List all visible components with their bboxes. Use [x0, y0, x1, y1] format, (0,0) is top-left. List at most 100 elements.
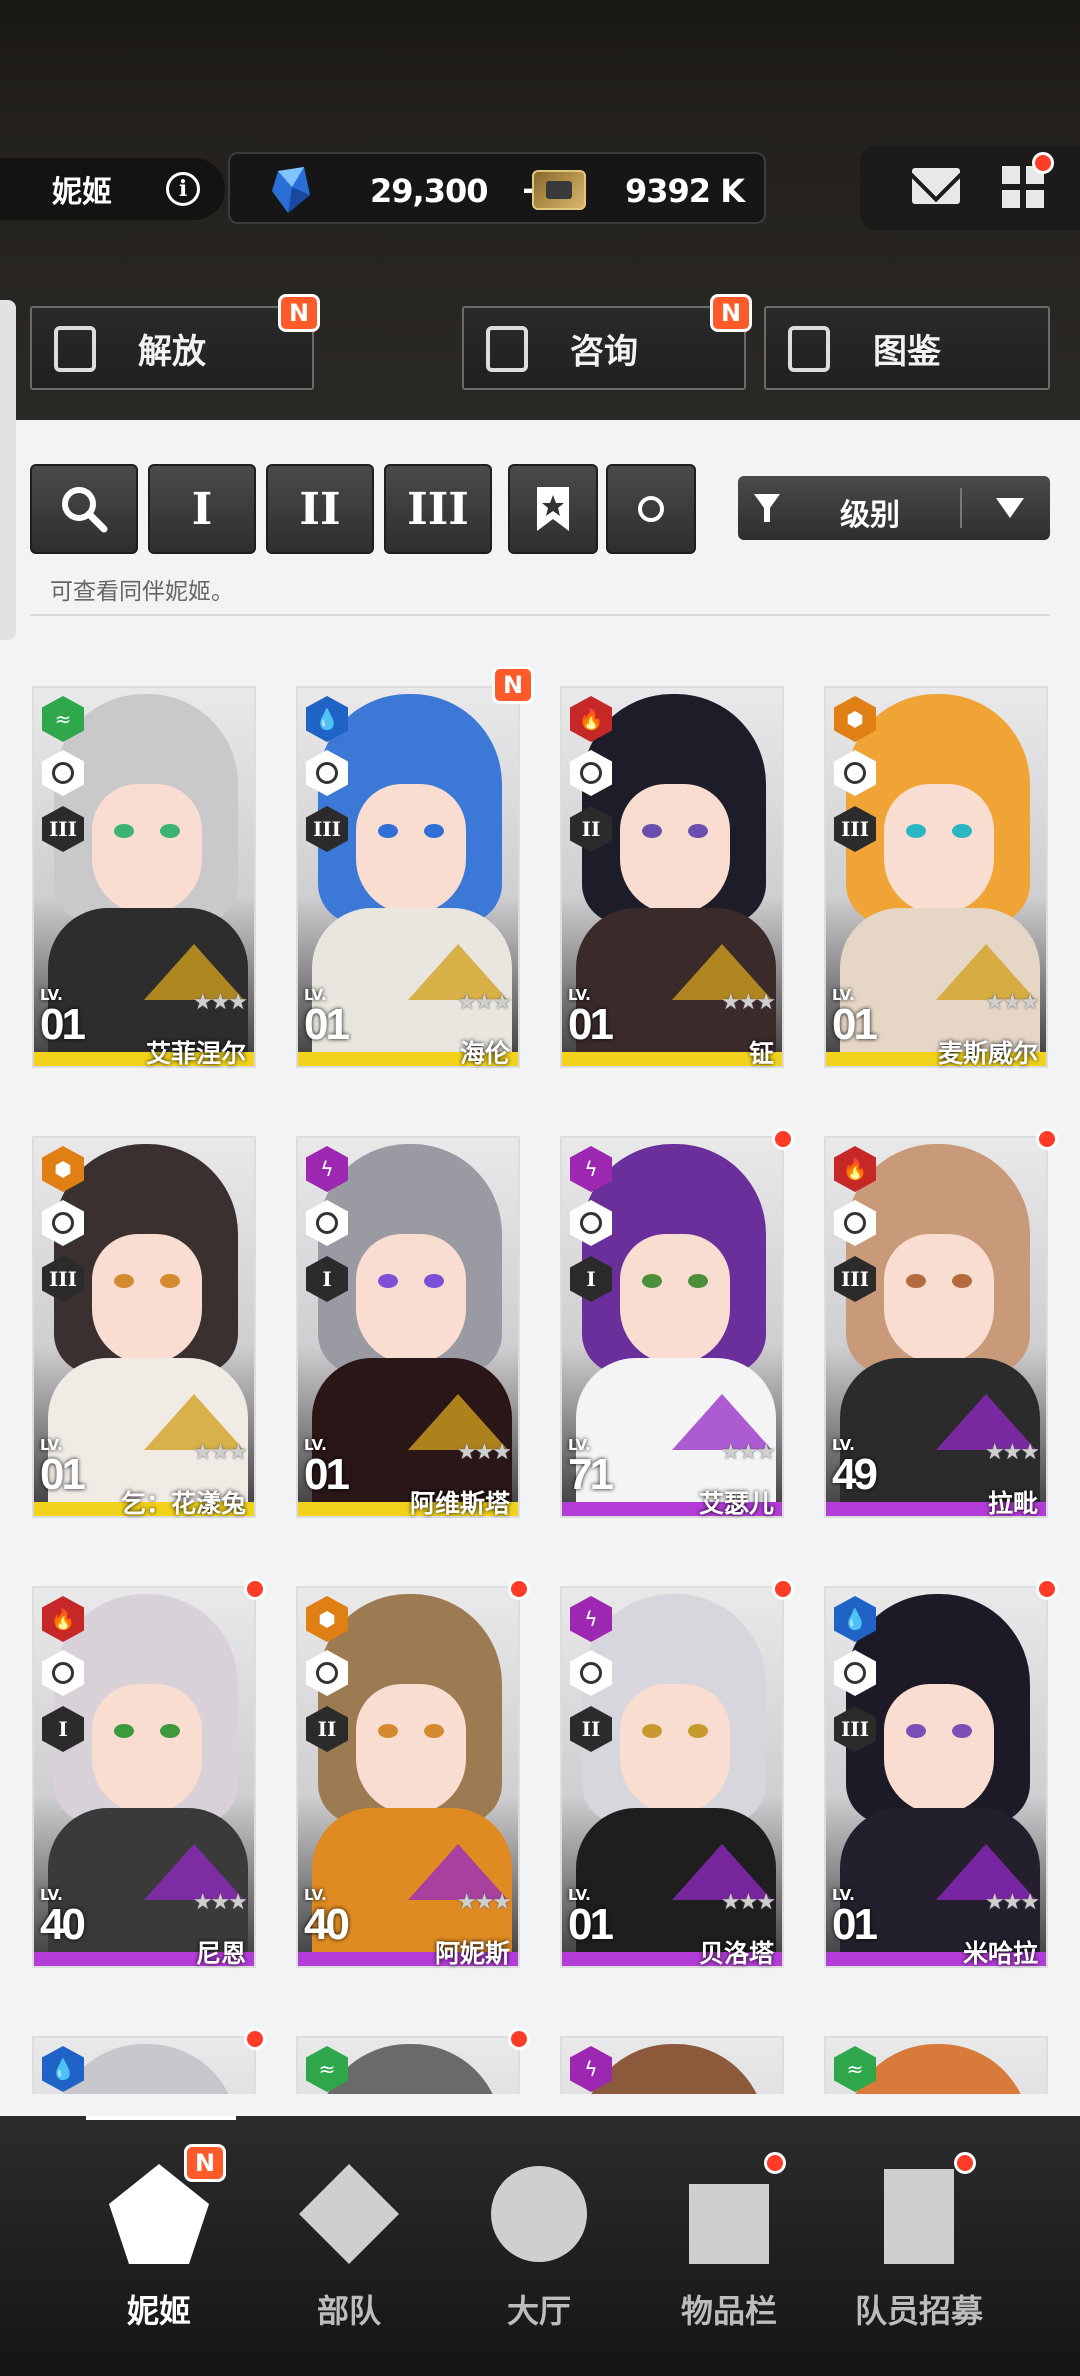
- notification-dot: [244, 2028, 266, 2050]
- character-name: 海伦: [459, 1039, 510, 1068]
- sort-label: 级别: [840, 498, 900, 533]
- new-badge: N: [184, 2144, 226, 2182]
- level-display: LV. 40: [40, 1888, 86, 1949]
- character-name: 尼恩: [195, 1939, 246, 1968]
- player-profile[interactable]: 妮姬 i: [0, 158, 225, 220]
- level-value: 01: [832, 1900, 878, 1949]
- level-display: LV. 01: [568, 1888, 614, 1947]
- burst-2-filter[interactable]: II: [266, 464, 374, 554]
- character-card[interactable]: 💧 III ★★★ LV. 01 海伦 N: [296, 666, 534, 1068]
- tab-nikke[interactable]: 妮姬 N: [64, 2116, 254, 2376]
- new-badge: N: [278, 294, 320, 332]
- tab-inventory[interactable]: 物品栏: [634, 2116, 824, 2376]
- unlock-button[interactable]: 解放 N: [30, 294, 320, 390]
- tab-label: 物品栏: [680, 2292, 777, 2330]
- tab-lobby[interactable]: 大厅: [444, 2116, 634, 2376]
- sort-dropdown[interactable]: 级别: [738, 476, 1050, 540]
- eye: [114, 1724, 134, 1738]
- character-card[interactable]: 💧 III ★★★ LV. 01 米哈拉: [824, 1578, 1058, 1968]
- eye: [952, 1724, 972, 1738]
- new-badge: N: [492, 666, 534, 704]
- new-badge: N: [710, 294, 752, 332]
- notification-dot: [1036, 1128, 1058, 1150]
- star-rating: ★★★: [720, 1440, 776, 1465]
- tab-label: 队员招募: [854, 2292, 983, 2330]
- burst-3-filter[interactable]: III: [384, 464, 492, 554]
- circle-filter[interactable]: [606, 464, 696, 554]
- lobby-icon: [491, 2166, 587, 2262]
- character-card[interactable]: ⬢ III ★★★ LV. 01 麦斯威尔: [824, 686, 1048, 1068]
- tab-recruit[interactable]: 队员招募: [824, 2116, 1014, 2376]
- notification-dot: [1032, 152, 1054, 174]
- character-card[interactable]: ϟ I ★★★ LV. 01 阿维斯塔: [296, 1136, 520, 1518]
- notification-dot: [764, 2152, 786, 2174]
- face-shape: [620, 1234, 730, 1364]
- character-card[interactable]: 🔥 I ★★★ LV. 40 尼恩: [32, 1578, 266, 1968]
- unlock-label: 解放: [138, 331, 206, 372]
- level-display: LV. 01: [832, 1888, 878, 1949]
- character-card[interactable]: 💧: [32, 2028, 266, 2094]
- character-name: 拉毗: [987, 1489, 1038, 1518]
- search-button[interactable]: [30, 464, 138, 554]
- face-shape: [356, 784, 466, 914]
- character-card[interactable]: ϟ: [560, 2036, 784, 2094]
- character-card[interactable]: ≈: [296, 2028, 530, 2094]
- character-name: 米哈拉: [962, 1939, 1038, 1968]
- eye: [424, 1724, 444, 1738]
- character-card[interactable]: ≈: [824, 2036, 1048, 2094]
- eye: [906, 824, 926, 838]
- notification-dot: [508, 2028, 530, 2050]
- star-rating: ★★★: [720, 990, 776, 1015]
- character-card[interactable]: ⬢ III ★★★ LV. 01 乞：花漾兔: [32, 1136, 256, 1518]
- character-card[interactable]: ⬢ II ★★★ LV. 40 阿妮斯: [296, 1578, 530, 1968]
- favorite-filter[interactable]: [508, 464, 598, 554]
- character-card[interactable]: ≈ III ★★★ LV. 01 艾菲涅尔: [32, 686, 256, 1068]
- face-shape: [884, 1234, 994, 1364]
- eye: [642, 1274, 662, 1288]
- character-name: 阿维斯塔: [409, 1489, 510, 1518]
- eye: [688, 824, 708, 838]
- face-shape: [620, 784, 730, 914]
- level-value: 01: [832, 1000, 878, 1049]
- level-value: 01: [40, 1000, 86, 1049]
- info-icon[interactable]: i: [166, 172, 200, 206]
- credit-icon: [532, 170, 586, 210]
- player-name: 妮姬: [52, 175, 112, 210]
- codex-icon: [788, 326, 830, 372]
- consult-button[interactable]: 咨询 N: [462, 294, 752, 390]
- level-value: 49: [832, 1450, 878, 1499]
- character-card[interactable]: 🔥 III ★★★ LV. 49 拉毗: [824, 1128, 1058, 1518]
- squad-icon: [299, 2164, 399, 2264]
- burst-1-filter[interactable]: I: [148, 464, 256, 554]
- face-shape: [884, 1684, 994, 1814]
- tab-squad[interactable]: 部队: [254, 2116, 444, 2376]
- chevron-down-icon[interactable]: [996, 498, 1024, 518]
- level-display: LV. 71: [568, 1438, 614, 1497]
- eye: [424, 1274, 444, 1288]
- character-card[interactable]: ϟ I ★★★ LV. 71 艾瑟儿: [560, 1128, 794, 1518]
- mail-icon[interactable]: [912, 168, 960, 204]
- level-value: 01: [304, 1450, 350, 1499]
- eye: [114, 824, 134, 838]
- unlock-icon: [54, 326, 96, 372]
- level-value: 40: [40, 1900, 86, 1949]
- character-grid: ≈ III ★★★ LV. 01 艾菲涅尔 💧 III ★★★ LV. 01 海…: [0, 620, 1080, 2094]
- sort-divider: [960, 488, 962, 528]
- level-value: 01: [568, 1000, 614, 1049]
- codex-button[interactable]: 图鉴: [764, 306, 1050, 390]
- character-card[interactable]: ϟ II ★★★ LV. 01 贝洛塔: [560, 1578, 794, 1968]
- star-rating: ★★★: [984, 1440, 1040, 1465]
- side-tab[interactable]: [0, 300, 16, 640]
- notification-dot: [772, 1578, 794, 1600]
- character-name: 贝洛塔: [698, 1939, 774, 1968]
- level-display: LV. 01: [304, 988, 350, 1047]
- eye: [160, 824, 180, 838]
- recruit-icon: [884, 2169, 954, 2264]
- level-display: LV. 01: [304, 1438, 350, 1499]
- gem-icon: [272, 167, 310, 213]
- character-card[interactable]: 🔥 II ★★★ LV. 01 钲: [560, 686, 784, 1068]
- star-rating: ★★★: [456, 990, 512, 1015]
- level-display: LV. 49: [832, 1438, 878, 1499]
- face-shape: [884, 784, 994, 914]
- tab-label: 妮姬: [126, 2292, 191, 2330]
